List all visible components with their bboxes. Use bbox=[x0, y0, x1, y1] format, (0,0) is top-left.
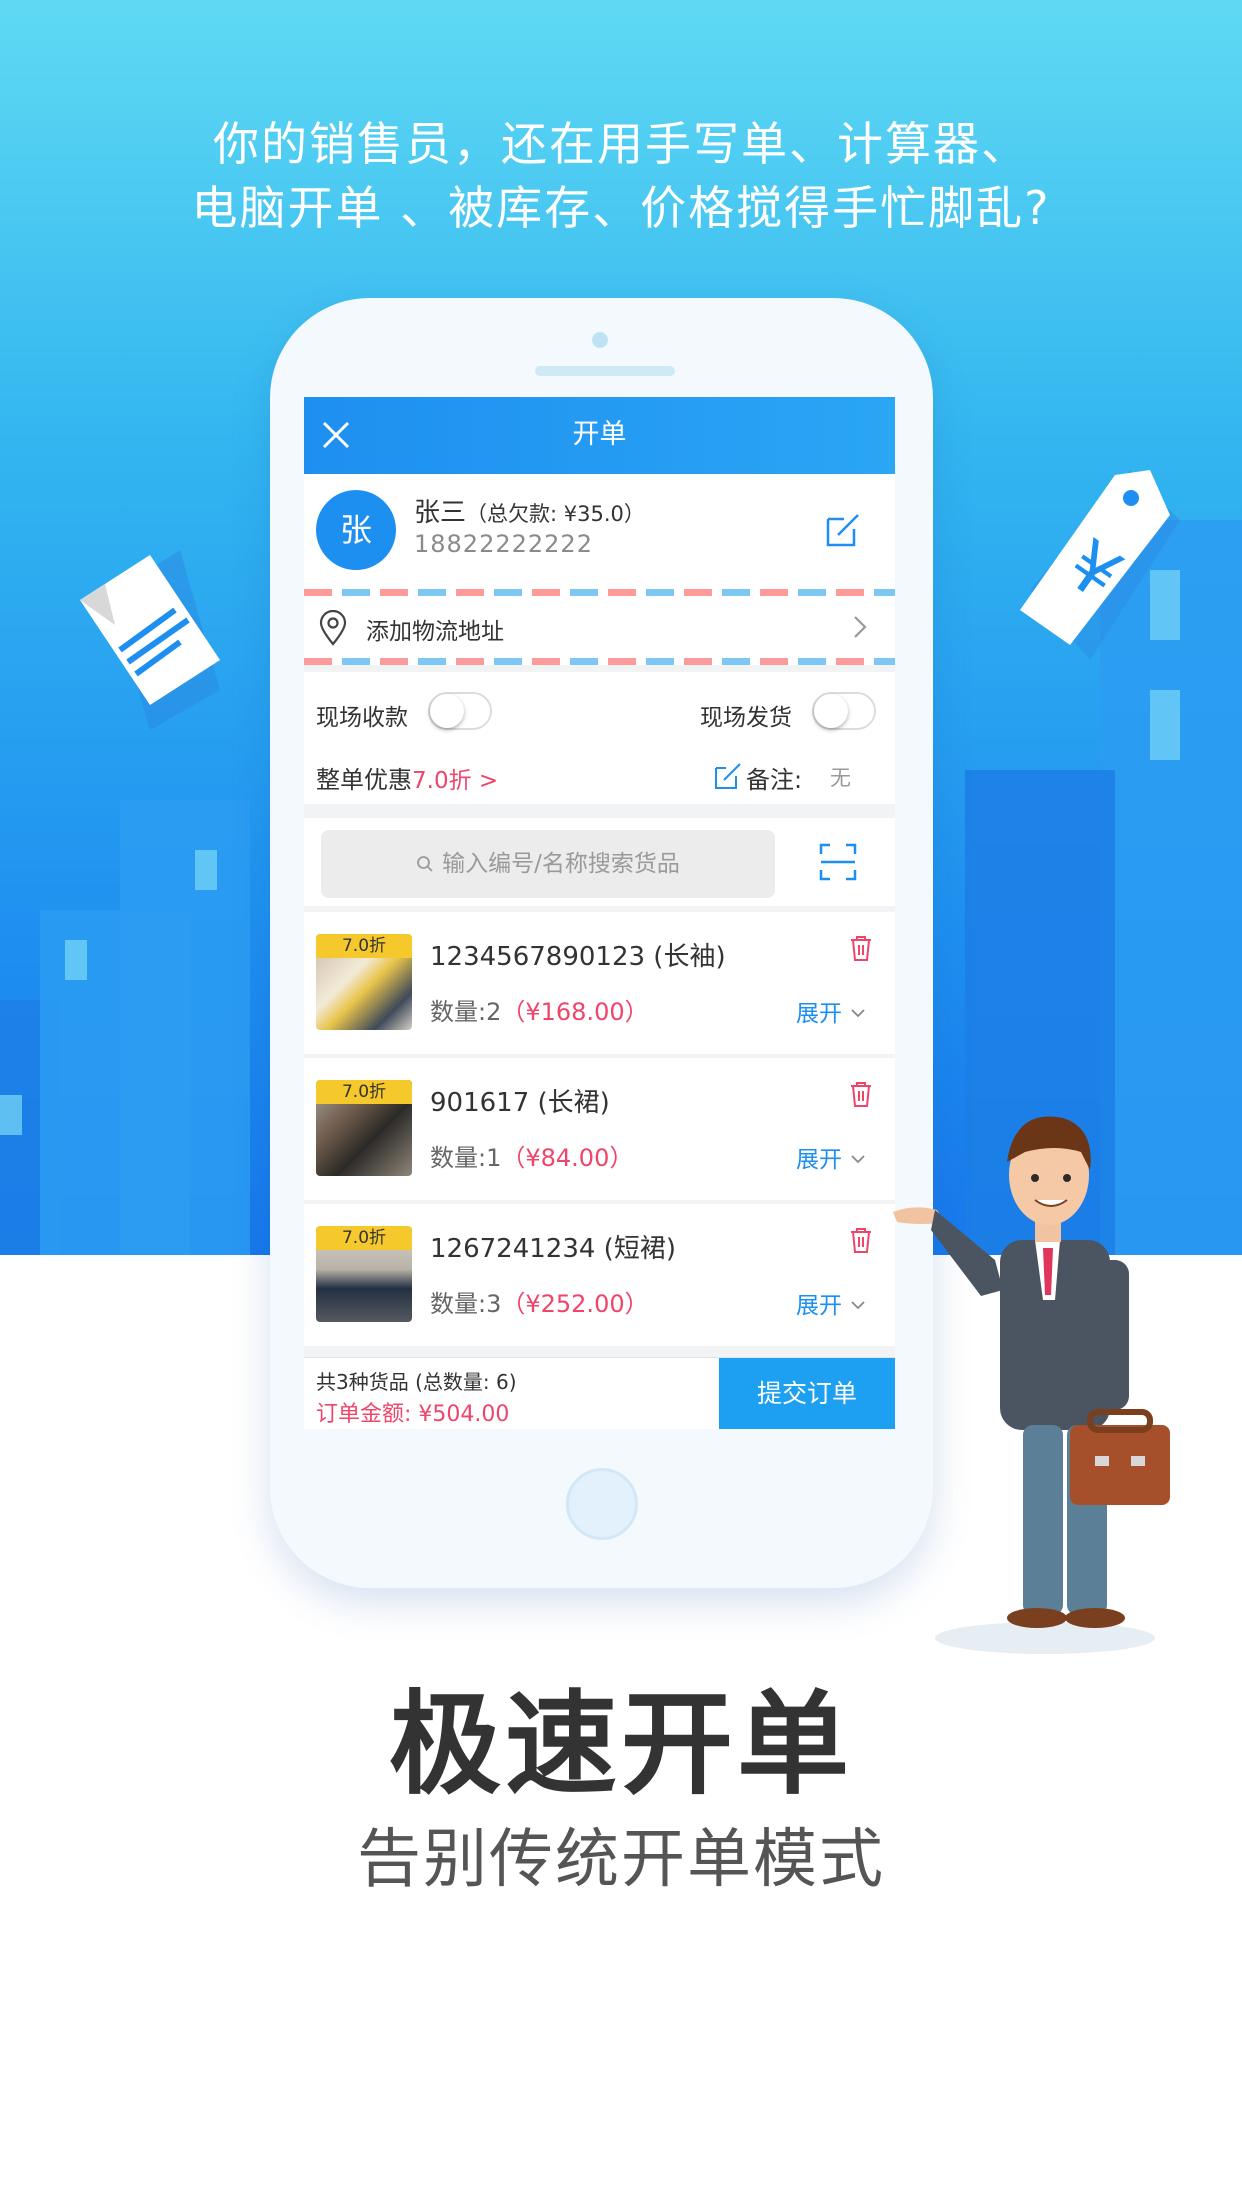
list-item[interactable]: 7.0折 1234567890123 (长袖) 数量:2（¥168.00） 展开 bbox=[304, 912, 895, 1054]
edit-icon[interactable] bbox=[824, 511, 862, 549]
product-thumbnail: 7.0折 bbox=[316, 934, 412, 1030]
headline-line-2: 电脑开单 、被库存、价格搅得手忙脚乱? bbox=[191, 181, 1051, 235]
page-title: 开单 bbox=[572, 419, 627, 450]
address-label: 添加物流地址 bbox=[366, 619, 504, 645]
note-edit-icon[interactable] bbox=[714, 762, 742, 790]
airmail-divider-bottom bbox=[304, 658, 895, 665]
list-item[interactable]: 7.0折 1267241234 (短裙) 数量:3（¥252.00） 展开 bbox=[304, 1204, 895, 1346]
app-screen: 开单 张 张三（总欠款: ¥35.0） 18822222222 添加物流地址 现… bbox=[304, 397, 895, 1429]
submit-order-button[interactable]: 提交订单 bbox=[719, 1358, 895, 1429]
document-icon bbox=[80, 550, 220, 730]
building-shape bbox=[120, 800, 250, 1255]
order-total: 订单金额: ¥504.00 bbox=[316, 1402, 510, 1427]
chevron-down-icon bbox=[851, 1009, 865, 1018]
airmail-divider-top bbox=[304, 589, 895, 596]
ship-label: 现场发货 bbox=[700, 705, 792, 731]
expand-button[interactable]: 展开 bbox=[796, 1140, 866, 1174]
expand-label: 展开 bbox=[796, 1001, 842, 1027]
item-count-summary: 共3种货品 (总数量: 6) bbox=[316, 1370, 517, 1394]
discount-value: 7.0折 > bbox=[412, 768, 499, 794]
customer-name-row: 张三（总欠款: ¥35.0） bbox=[414, 492, 645, 529]
item-quantity: 数量:1 bbox=[430, 1144, 502, 1172]
list-item[interactable]: 7.0折 901617 (长裙) 数量:1（¥84.00） 展开 bbox=[304, 1058, 895, 1200]
building-window bbox=[0, 1095, 22, 1135]
item-quantity-row: 数量:2（¥168.00） bbox=[430, 992, 649, 1027]
expand-button[interactable]: 展开 bbox=[796, 1286, 866, 1320]
expand-label: 展开 bbox=[796, 1147, 842, 1173]
note-value[interactable]: 无 bbox=[830, 762, 851, 792]
customer-phone: 18822222222 bbox=[414, 530, 593, 558]
search-placeholder: 输入编号/名称搜索货品 bbox=[442, 851, 680, 877]
chevron-down-icon bbox=[851, 1155, 865, 1164]
item-price: （¥168.00） bbox=[501, 998, 649, 1026]
businessman-illustration bbox=[893, 1116, 1170, 1654]
item-name: 901617 (长裙) bbox=[430, 1088, 610, 1118]
trash-icon[interactable] bbox=[849, 1080, 873, 1108]
item-quantity-row: 数量:3（¥252.00） bbox=[430, 1284, 649, 1319]
order-options: 现场收款 现场发货 整单优惠7.0折 > 备注: 无 bbox=[304, 672, 895, 804]
order-footer: 共3种货品 (总数量: 6) 订单金额: ¥504.00 提交订单 bbox=[304, 1357, 895, 1429]
discount-tag: 7.0折 bbox=[316, 1080, 412, 1104]
chevron-down-icon bbox=[851, 1301, 865, 1310]
search-icon bbox=[417, 856, 433, 872]
scan-icon[interactable] bbox=[818, 842, 858, 882]
building-window bbox=[1150, 690, 1180, 760]
item-quantity: 数量:2 bbox=[430, 998, 502, 1026]
location-pin-icon bbox=[319, 610, 347, 646]
customer-name: 张三 bbox=[414, 498, 467, 528]
tagline-title: 极速开单 bbox=[389, 1680, 853, 1810]
trash-icon[interactable] bbox=[849, 1226, 873, 1254]
phone-camera bbox=[592, 332, 608, 348]
phone-speaker bbox=[535, 366, 675, 376]
building-window bbox=[195, 850, 217, 890]
collect-toggle[interactable] bbox=[428, 692, 492, 730]
search-input[interactable]: 输入编号/名称搜索货品 bbox=[321, 830, 775, 898]
product-thumbnail: 7.0折 bbox=[316, 1226, 412, 1322]
customer-card[interactable]: 张 张三（总欠款: ¥35.0） 18822222222 bbox=[304, 474, 895, 589]
chevron-right-icon bbox=[854, 616, 867, 638]
headline-line-1: 你的销售员，还在用手写单、计算器、 bbox=[213, 117, 1029, 171]
trash-icon[interactable] bbox=[849, 934, 873, 962]
collect-label: 现场收款 bbox=[316, 705, 408, 731]
item-price: （¥84.00） bbox=[501, 1144, 634, 1172]
item-name: 1234567890123 (长袖) bbox=[430, 942, 726, 972]
search-row: 输入编号/名称搜索货品 bbox=[304, 818, 895, 906]
tagline-subtitle: 告别传统开单模式 bbox=[357, 1823, 885, 1897]
expand-label: 展开 bbox=[796, 1293, 842, 1319]
building-window bbox=[65, 940, 87, 980]
avatar: 张 bbox=[316, 490, 396, 570]
discount-tag: 7.0折 bbox=[316, 934, 412, 958]
yen-tag-icon: ¥ bbox=[1020, 470, 1180, 660]
discount-tag: 7.0折 bbox=[316, 1226, 412, 1250]
ship-toggle[interactable] bbox=[812, 692, 876, 730]
note-label: 备注: bbox=[746, 766, 803, 794]
item-quantity: 数量:3 bbox=[430, 1290, 502, 1318]
address-row[interactable]: 添加物流地址 bbox=[304, 596, 895, 658]
product-thumbnail: 7.0折 bbox=[316, 1080, 412, 1176]
toggle-knob bbox=[814, 694, 848, 728]
item-name: 1267241234 (短裙) bbox=[430, 1234, 676, 1264]
expand-button[interactable]: 展开 bbox=[796, 994, 866, 1028]
item-quantity-row: 数量:1（¥84.00） bbox=[430, 1138, 633, 1173]
nav-bar: 开单 bbox=[304, 397, 895, 474]
discount-label: 整单优惠 bbox=[316, 766, 412, 794]
toggle-knob bbox=[430, 694, 464, 728]
item-price: （¥252.00） bbox=[501, 1290, 649, 1318]
phone-home-button bbox=[566, 1468, 638, 1540]
discount-row[interactable]: 整单优惠7.0折 > bbox=[316, 760, 498, 795]
customer-debt: （总欠款: ¥35.0） bbox=[466, 502, 645, 526]
